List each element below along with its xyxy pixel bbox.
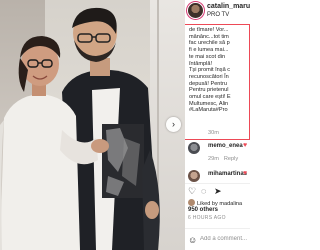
caption-line: Tși promit înșă c [189,67,231,74]
caption-timestamp: 30m [208,130,219,136]
avatar [188,199,195,206]
chevron-right-icon: › [172,119,175,129]
post-caption: de tîmare! Vor... mânânc...tot tim fac u… [185,24,250,140]
liked-by-text[interactable]: Liked by madalina [188,199,242,207]
post-sidebar: catalin_maruta✓ PRO TV de tîmare! Vor...… [185,0,250,250]
comment-icon[interactable]: ◌ [201,187,206,196]
comment-input[interactable] [200,236,248,242]
next-photo-button[interactable]: › [166,117,181,132]
share-icon[interactable]: ➤ [214,187,222,196]
likes-count[interactable]: 950 others [188,207,218,213]
caption-line: recunoscători În [189,73,229,80]
avatar[interactable] [188,142,200,154]
heart-outline-icon[interactable]: ♡ [188,187,196,196]
post-photo[interactable]: › [0,0,185,250]
comment-reply-button[interactable]: Reply [224,156,238,162]
woman-shirt [0,94,80,250]
caption-line: întâmplă! [189,60,213,67]
caption-line: depusă! Pentru [189,80,227,87]
post-action-bar: ♡ ◌ ➤ [185,183,250,197]
caption-line: te mai scot din [189,53,226,60]
username-text: catalin_maruta [207,3,250,10]
add-comment-bar: ☺ [185,228,250,250]
avatar[interactable] [188,170,200,182]
post-header: catalin_maruta✓ PRO TV [185,0,250,22]
man-hand [145,201,159,219]
caption-line: omul care ești! E [189,94,231,101]
woman-hand [91,139,109,153]
username-link[interactable]: catalin_maruta✓ [207,3,250,10]
header-subtitle: PRO TV [207,12,230,18]
photo-illustration [0,7,160,250]
comment-username[interactable]: memo_enea [208,143,243,149]
caption-line: #LaMaruta#Pro [189,107,228,114]
comment-like-heart-icon[interactable]: ♥ [243,142,247,149]
comment-like-heart-icon[interactable]: ♥ [243,170,247,177]
caption-line: de tîmare! Vor... [189,27,229,33]
post-date: 6 HOURS AGO [188,215,226,221]
comment-time: 29m [208,156,219,162]
caption-line: fi e lumea mai... [189,47,229,54]
man-arm [142,150,160,250]
caption-line: mânânc...tot tim [189,33,229,40]
comment-username[interactable]: mihamartinas [208,171,247,177]
emoji-icon[interactable]: ☺ [188,235,197,245]
comment-item: memo_enea ♥ 29m Reply [185,142,250,166]
comment-meta: 29m Reply [208,156,243,162]
avatar[interactable] [188,3,203,18]
caption-line: fac urechile să p [189,40,230,47]
caption-line: Pentru prietenul [189,87,229,94]
caption-line: Multumesc, Alin [189,100,229,107]
